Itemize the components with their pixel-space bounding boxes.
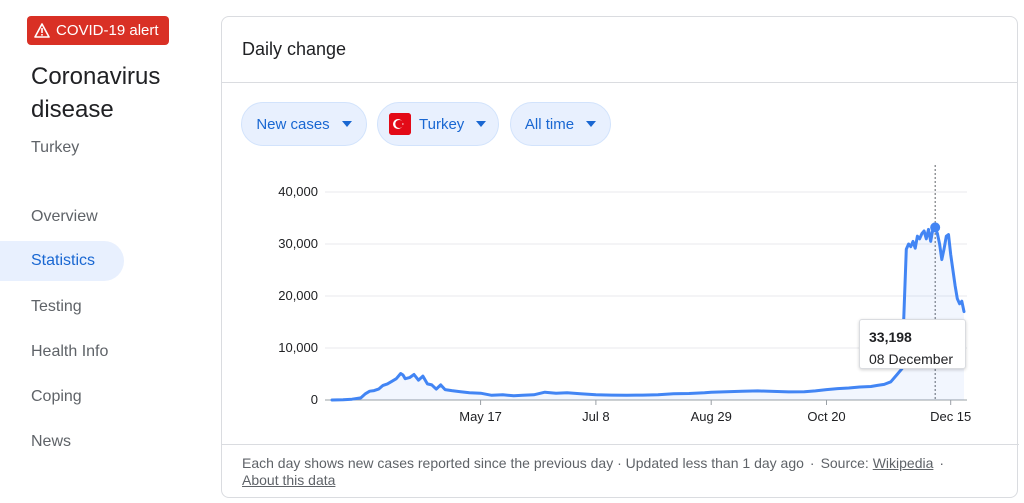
alert-label: COVID-19 alert [56,22,159,39]
nav-item-label: Overview [31,208,98,225]
card-header: Daily change [222,17,1017,83]
y-tick-label: 30,000 [278,236,318,251]
nav-item-label: Health Info [31,343,109,360]
nav-item-label: Testing [31,298,82,315]
x-tick-label: Oct 20 [807,409,845,424]
card-footer: Each day shows new cases reported since … [222,444,1019,499]
x-tick-label: May 17 [459,409,502,424]
metric-dropdown[interactable]: New cases [241,102,367,146]
location-dropdown-label: Turkey [419,115,465,133]
y-tick-label: 20,000 [278,288,318,303]
region-label: Turkey [31,139,80,156]
tooltip-value: 33,198 [869,329,912,345]
series-line [330,225,966,402]
nav-item-coping[interactable]: Coping [0,377,124,417]
range-dropdown-label: All time [524,115,575,133]
tooltip-date: 08 December [869,351,954,367]
y-tick-label: 0 [311,392,318,407]
nav-item-statistics[interactable]: Statistics [0,241,124,281]
nav-item-testing[interactable]: Testing [0,287,124,327]
x-tick-label: Aug 29 [691,409,732,424]
daily-cases-chart[interactable]: 0 10,000 20,000 30,000 40,000 May 17 Jul 8 Aug … [222,157,1019,457]
card-title: Daily change [242,39,347,59]
nav-item-label: News [31,433,72,450]
x-tick-label: Dec 15 [930,409,971,424]
location-dropdown[interactable]: Turkey [377,102,499,146]
chevron-down-icon [476,121,487,127]
turkey-flag-icon [389,113,411,135]
chevron-down-icon [586,121,597,127]
covid-alert-badge[interactable]: COVID-19 alert [27,16,169,45]
nav-item-label: Statistics [31,252,96,269]
separator: · [939,455,945,471]
page-title: Coronavirus disease [31,63,161,123]
chevron-down-icon [341,121,352,127]
source-label: Source: [820,455,869,471]
x-tick-label: Jul 8 [582,409,609,424]
source-link[interactable]: Wikipedia [873,455,934,471]
chart-tooltip: 33,198 08 December [859,319,966,369]
nav-item-news[interactable]: News [0,422,124,462]
highlight-point [930,222,941,233]
chart-canvas[interactable]: 0 10,000 20,000 30,000 40,000 May 17 Jul 8 Aug … [222,157,1019,457]
warning-icon [34,23,50,38]
nav-item-overview[interactable]: Overview [0,197,124,237]
nav-item-label: Coping [31,388,82,405]
separator: · [809,455,815,471]
metric-dropdown-label: New cases [256,115,330,133]
daily-change-card: Daily change New cases Turkey All time 0… [221,16,1019,499]
series-area [332,227,964,400]
y-tick-label: 10,000 [278,340,318,355]
footer-text: Each day shows new cases reported since … [242,455,804,471]
nav-item-health-info[interactable]: Health Info [0,332,124,372]
range-dropdown[interactable]: All time [510,102,611,146]
y-tick-label: 40,000 [278,184,318,199]
about-data-link[interactable]: About this data [242,472,335,488]
